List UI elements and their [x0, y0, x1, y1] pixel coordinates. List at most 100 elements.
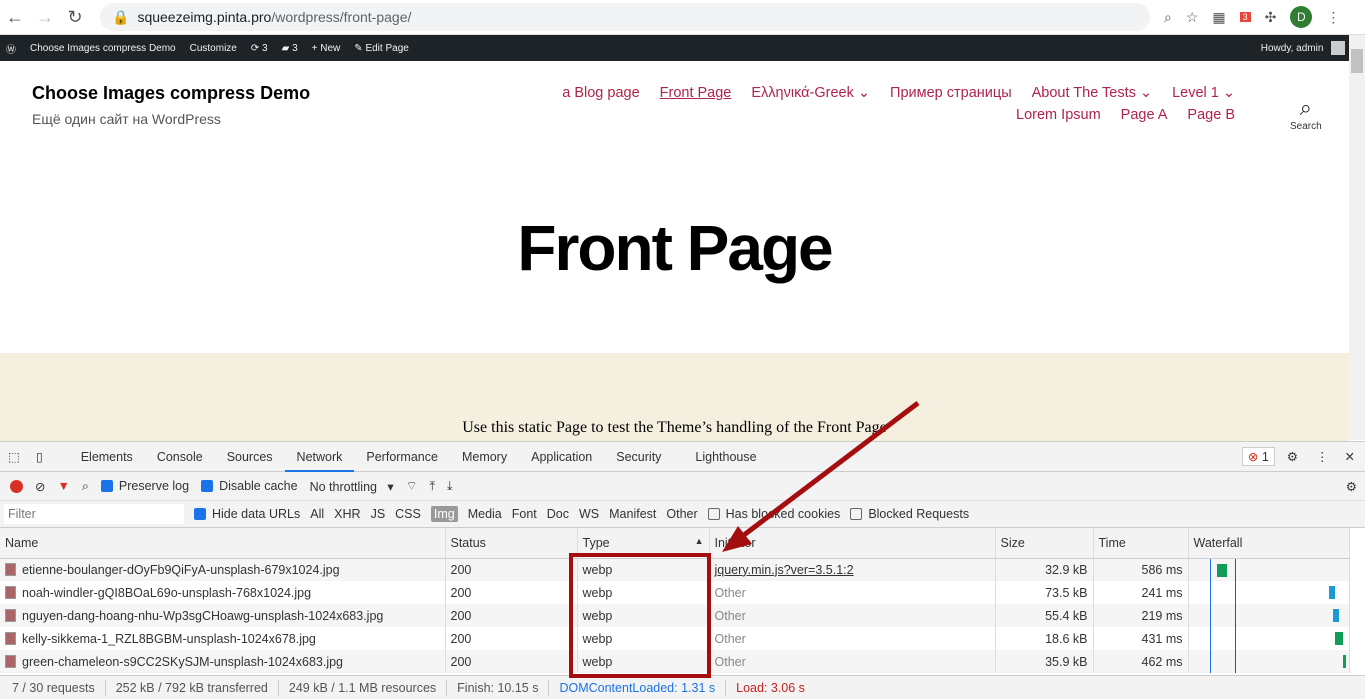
- star-icon[interactable]: ☆: [1186, 9, 1199, 26]
- export-har-icon[interactable]: ⤓: [447, 479, 453, 494]
- zoom-icon[interactable]: ⌕: [1164, 9, 1172, 26]
- admin-new[interactable]: + New: [312, 43, 341, 54]
- hide-data-urls-checkbox[interactable]: Hide data URLs: [194, 507, 300, 521]
- table-row[interactable]: nguyen-dang-hoang-nhu-Wp3sgCHoawg-unspla…: [0, 604, 1350, 627]
- nav-item[interactable]: a Blog page: [562, 85, 639, 101]
- throttling-select[interactable]: No throttling ▾: [310, 479, 394, 494]
- preserve-log-checkbox[interactable]: Preserve log: [100, 479, 189, 493]
- col-waterfall[interactable]: Waterfall: [1188, 528, 1350, 559]
- settings-icon[interactable]: ⚙: [1275, 449, 1310, 464]
- filter-input[interactable]: Filter: [4, 504, 184, 524]
- wp-admin-bar: Ⓦ Choose Images compress Demo Customize …: [0, 35, 1365, 61]
- device-toolbar-icon[interactable]: ▯: [28, 449, 51, 464]
- close-icon[interactable]: ✕: [1335, 449, 1365, 464]
- cell-status: 200: [445, 627, 578, 650]
- cell-name[interactable]: nguyen-dang-hoang-nhu-Wp3sgCHoawg-unspla…: [0, 604, 446, 627]
- nav-item[interactable]: Level 1 ⌄: [1172, 85, 1235, 101]
- more-icon[interactable]: ⋮: [1310, 449, 1335, 464]
- import-har-icon[interactable]: ⤒: [429, 479, 435, 494]
- menu-icon[interactable]: ⋮: [1326, 9, 1340, 26]
- site-title[interactable]: Choose Images compress Demo: [32, 83, 310, 104]
- table-row[interactable]: green-chameleon-s9CC2SKySJM-unsplash-102…: [0, 650, 1350, 673]
- type-filter-xhr[interactable]: XHR: [334, 507, 360, 521]
- blocked-requests-checkbox[interactable]: Blocked Requests: [850, 507, 969, 521]
- tab-performance[interactable]: Performance: [354, 442, 450, 472]
- admin-customize[interactable]: Customize: [190, 43, 237, 54]
- col-time[interactable]: Time: [1093, 528, 1189, 559]
- type-filter-doc[interactable]: Doc: [547, 507, 569, 521]
- admin-edit-page[interactable]: ✎ Edit Page: [354, 43, 409, 54]
- tab-memory[interactable]: Memory: [450, 442, 519, 472]
- admin-updates[interactable]: ⟳ 3: [251, 43, 268, 54]
- tab-elements[interactable]: Elements: [69, 442, 145, 472]
- col-type[interactable]: Type ▲: [577, 528, 710, 559]
- col-name[interactable]: Name: [0, 528, 446, 559]
- cell-name[interactable]: kelly-sikkema-1_RZL8BGBM-unsplash-1024x6…: [0, 627, 446, 650]
- cell-name[interactable]: etienne-boulanger-dOyFb9QiFyA-unsplash-6…: [0, 558, 446, 581]
- table-row[interactable]: etienne-boulanger-dOyFb9QiFyA-unsplash-6…: [0, 558, 1350, 581]
- nav-item[interactable]: Lorem Ipsum: [1016, 107, 1101, 123]
- admin-site-link[interactable]: Choose Images compress Demo: [30, 43, 176, 54]
- extension-icon[interactable]: ▦: [1212, 9, 1225, 26]
- error-counter[interactable]: ⊗ 1: [1241, 447, 1275, 466]
- waterfall-bar: [1334, 632, 1343, 645]
- nav-item[interactable]: Page A: [1121, 107, 1168, 123]
- col-size[interactable]: Size: [995, 528, 1094, 559]
- type-filter-ws[interactable]: WS: [579, 507, 599, 521]
- col-initiator[interactable]: Initiator: [709, 528, 996, 559]
- type-filter-all[interactable]: All: [310, 507, 324, 521]
- blocked-cookies-checkbox[interactable]: Has blocked cookies: [707, 507, 840, 521]
- cell-name[interactable]: green-chameleon-s9CC2SKySJM-unsplash-102…: [0, 650, 446, 673]
- network-conditions-icon[interactable]: ⌔: [406, 478, 418, 494]
- cell-initiator[interactable]: jquery.min.js?ver=3.5.1:2: [709, 558, 996, 581]
- profile-avatar[interactable]: D: [1290, 6, 1313, 28]
- extension-badge[interactable]: 3: [1239, 12, 1251, 22]
- nav-item[interactable]: About The Tests ⌄: [1032, 85, 1152, 101]
- address-bar[interactable]: 🔒 squeezeimg.pinta.pro/wordpress/front-pa…: [100, 3, 1150, 31]
- nav-item[interactable]: Пример страницы: [890, 85, 1012, 101]
- reload-icon[interactable]: ↻: [60, 7, 90, 28]
- nav-item[interactable]: Page B: [1187, 107, 1235, 123]
- image-thumbnail-icon: [5, 585, 16, 599]
- cell-initiator: Other: [709, 604, 996, 627]
- table-row[interactable]: noah-windler-gQI8BOaL69o-unsplash-768x10…: [0, 581, 1350, 604]
- table-row[interactable]: kelly-sikkema-1_RZL8BGBM-unsplash-1024x6…: [0, 627, 1350, 650]
- col-status[interactable]: Status: [445, 528, 578, 559]
- disable-cache-checkbox[interactable]: Disable cache: [201, 479, 298, 493]
- inspect-icon[interactable]: ⬚: [0, 449, 28, 464]
- network-settings-icon[interactable]: ⚙: [1346, 479, 1357, 494]
- record-icon[interactable]: [10, 479, 23, 493]
- nav-item[interactable]: Front Page: [660, 85, 732, 101]
- tab-lighthouse[interactable]: Lighthouse: [683, 442, 768, 472]
- type-filter-font[interactable]: Font: [512, 507, 537, 521]
- cell-status: 200: [445, 604, 578, 627]
- image-thumbnail-icon: [5, 654, 16, 668]
- page-scrollbar[interactable]: [1349, 35, 1365, 440]
- tab-network[interactable]: Network: [284, 442, 355, 472]
- wordpress-icon[interactable]: Ⓦ: [6, 41, 16, 56]
- clear-icon[interactable]: ⊘: [35, 479, 45, 494]
- admin-avatar[interactable]: [1331, 41, 1346, 55]
- type-filter-css[interactable]: CSS: [395, 507, 421, 521]
- filter-icon[interactable]: ▼: [57, 479, 69, 493]
- tab-application[interactable]: Application: [519, 442, 604, 472]
- cell-time: 586 ms: [1093, 558, 1189, 581]
- tab-security[interactable]: Security: [604, 442, 673, 472]
- nav-item[interactable]: Ελληνικά-Greek ⌄: [751, 85, 870, 101]
- cell-name[interactable]: noah-windler-gQI8BOaL69o-unsplash-768x10…: [0, 581, 446, 604]
- search-network-icon[interactable]: ⌕: [82, 479, 89, 494]
- type-filter-media[interactable]: Media: [468, 507, 502, 521]
- back-icon[interactable]: ←: [0, 7, 30, 28]
- type-filter-other[interactable]: Other: [666, 507, 697, 521]
- forward-icon[interactable]: →: [30, 7, 60, 28]
- tab-sources[interactable]: Sources: [215, 442, 285, 472]
- request-name: green-chameleon-s9CC2SKySJM-unsplash-102…: [22, 654, 344, 669]
- puzzle-icon[interactable]: ✣: [1265, 9, 1277, 26]
- admin-howdy[interactable]: Howdy, admin: [1261, 43, 1324, 54]
- tab-console[interactable]: Console: [145, 442, 215, 472]
- search-toggle[interactable]: ⌕ Search: [1290, 95, 1322, 132]
- type-filter-manifest[interactable]: Manifest: [609, 507, 656, 521]
- admin-comments[interactable]: ▰ 3: [282, 43, 298, 54]
- type-filter-js[interactable]: JS: [371, 507, 386, 521]
- type-filter-img[interactable]: Img: [430, 506, 458, 522]
